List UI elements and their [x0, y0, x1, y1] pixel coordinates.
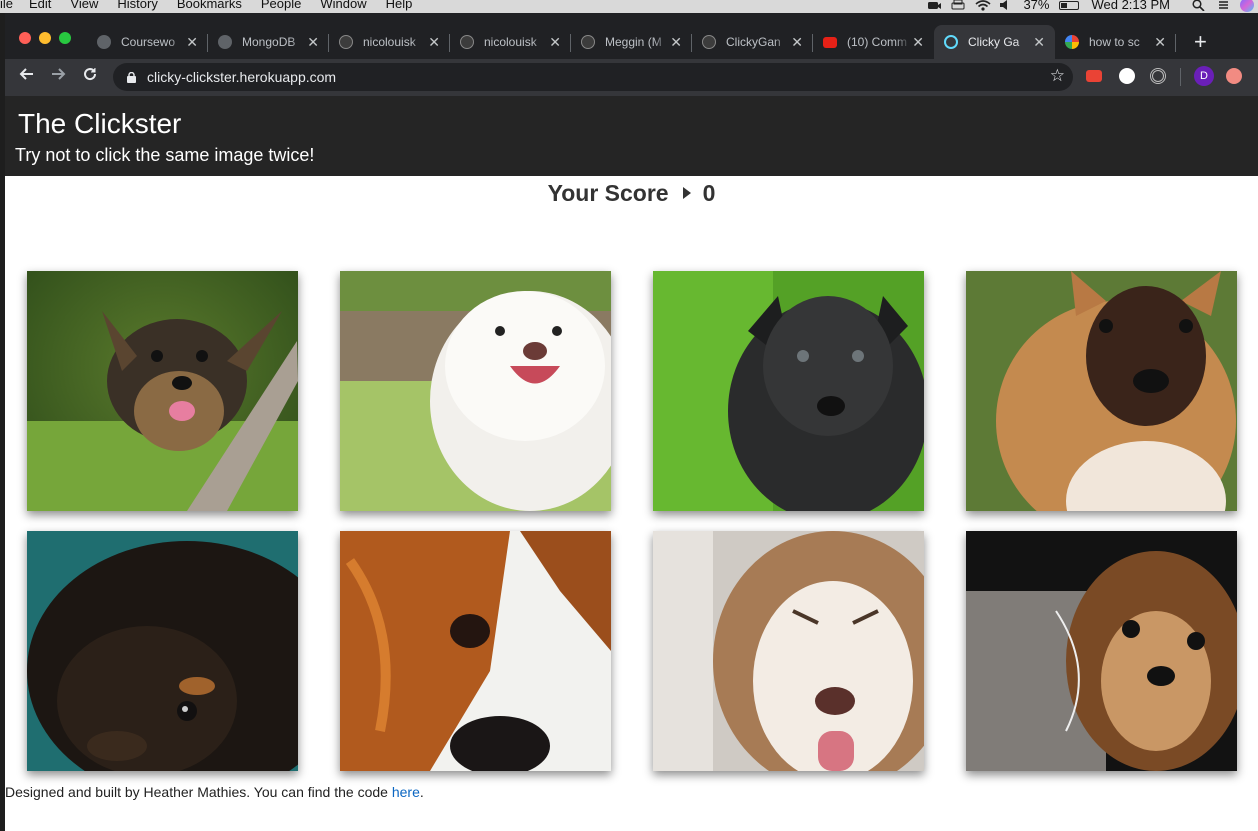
- github-icon: [702, 35, 716, 49]
- react-icon: [944, 35, 958, 49]
- tab-title: Coursewo: [121, 35, 176, 49]
- site-tagline: Try not to click the same image twice!: [15, 145, 315, 165]
- tab-youtube[interactable]: (10) Comm ✕: [813, 25, 934, 59]
- zoom-window-button[interactable]: [59, 32, 71, 44]
- chihuahua-image[interactable]: [966, 531, 1237, 771]
- black-puppy-image[interactable]: [653, 271, 924, 511]
- tab-title: how to sc: [1089, 35, 1140, 49]
- husky-puppy-image[interactable]: [653, 531, 924, 771]
- brown-puppy-image[interactable]: [966, 271, 1237, 511]
- screencast-extension-icon[interactable]: [1086, 70, 1102, 82]
- tab-github-nicolouisk-1[interactable]: nicolouisk ✕: [329, 25, 450, 59]
- menu-file[interactable]: ile: [0, 0, 13, 10]
- tab-title: Clicky Ga: [968, 35, 1020, 49]
- yorkie-puppy-image[interactable]: [27, 271, 298, 511]
- volume-icon[interactable]: [999, 0, 1014, 11]
- tab-google-search[interactable]: how to sc ✕: [1055, 25, 1176, 59]
- score-display: Your Score 0: [5, 180, 1258, 207]
- close-window-button[interactable]: [19, 32, 31, 44]
- close-tab-icon[interactable]: ✕: [791, 34, 803, 51]
- black-tan-dog-image[interactable]: [27, 531, 298, 771]
- menu-history[interactable]: History: [117, 0, 157, 10]
- globe-icon: [218, 35, 232, 49]
- menu-window[interactable]: Window: [320, 0, 366, 10]
- close-tab-icon[interactable]: ✕: [912, 34, 924, 51]
- close-tab-icon[interactable]: ✕: [1154, 34, 1166, 51]
- tab-title: nicolouisk: [363, 35, 416, 49]
- footer-period: .: [419, 784, 424, 800]
- google-icon: [1065, 35, 1079, 49]
- minimize-window-button[interactable]: [39, 32, 51, 44]
- profile-avatar[interactable]: D: [1194, 66, 1214, 86]
- macos-menu-bar: ile Edit View History Bookmarks People W…: [0, 0, 1258, 13]
- toolbar-divider: [1180, 68, 1181, 86]
- caret-right-icon: [682, 186, 691, 199]
- close-tab-icon[interactable]: ✕: [1033, 34, 1045, 51]
- spotlight-search-icon[interactable]: [1192, 0, 1207, 12]
- github-icon: [460, 35, 474, 49]
- browser-toolbar: clicky-clickster.herokuapp.com ☆ D: [5, 59, 1258, 96]
- white-fluffy-puppy-image[interactable]: [340, 271, 611, 511]
- tab-title: MongoDB: [242, 35, 296, 49]
- extension-face-icon[interactable]: [1119, 68, 1135, 84]
- menu-bookmarks[interactable]: Bookmarks: [177, 0, 242, 10]
- close-tab-icon[interactable]: ✕: [186, 34, 198, 51]
- spaniel-closeup-image[interactable]: [340, 531, 611, 771]
- bookmark-star-icon[interactable]: ☆: [1050, 66, 1065, 86]
- reload-icon[interactable]: [82, 66, 98, 87]
- tab-title: nicolouisk: [484, 35, 537, 49]
- site-footer: Designed and built by Heather Mathies. Y…: [5, 784, 424, 800]
- browser-window-chrome: Coursewo ✕ MongoDB ✕ nicolouisk ✕ nicolo…: [5, 13, 1258, 96]
- url-text[interactable]: clicky-clickster.herokuapp.com: [147, 69, 336, 85]
- tab-title: (10) Comm: [847, 35, 908, 49]
- tab-github-clickygame[interactable]: ClickyGan ✕: [692, 25, 813, 59]
- tab-title: Meggin (M: [605, 35, 662, 49]
- tab-mongodb[interactable]: MongoDB ✕: [208, 25, 329, 59]
- close-tab-icon[interactable]: ✕: [428, 34, 440, 51]
- siri-icon[interactable]: [1240, 0, 1254, 12]
- new-tab-button[interactable]: +: [1194, 29, 1207, 55]
- tab-coursework[interactable]: Coursewo ✕: [87, 25, 208, 59]
- window-controls: [19, 32, 71, 44]
- web-page-content: The Clickster Try not to click the same …: [5, 96, 1258, 831]
- address-bar[interactable]: clicky-clickster.herokuapp.com ☆: [113, 63, 1073, 91]
- tab-separator: [1175, 34, 1176, 52]
- lock-icon[interactable]: [127, 70, 136, 83]
- menu-help[interactable]: Help: [386, 0, 413, 10]
- site-brand[interactable]: The Clickster: [18, 108, 181, 140]
- globe-icon: [97, 35, 111, 49]
- tab-github-nicolouisk-2[interactable]: nicolouisk ✕: [450, 25, 571, 59]
- update-icon[interactable]: [1226, 68, 1242, 84]
- battery-percent: 37%: [1023, 0, 1050, 12]
- printer-icon[interactable]: [951, 0, 966, 11]
- menu-edit[interactable]: Edit: [29, 0, 51, 10]
- tab-github-meggin[interactable]: Meggin (M ✕: [571, 25, 692, 59]
- menubar-clock[interactable]: Wed 2:13 PM: [1091, 0, 1170, 11]
- menu-people[interactable]: People: [261, 0, 301, 10]
- code-link[interactable]: here: [392, 784, 420, 800]
- score-label: Your Score: [547, 180, 669, 206]
- menu-view[interactable]: View: [70, 0, 98, 10]
- close-tab-icon[interactable]: ✕: [307, 34, 319, 51]
- tab-clicky-game-active[interactable]: Clicky Ga ✕: [934, 25, 1055, 59]
- tab-title: ClickyGan: [726, 35, 781, 49]
- facetime-icon[interactable]: [927, 0, 942, 11]
- github-icon: [581, 35, 595, 49]
- footer-text: Designed and built by Heather Mathies. Y…: [5, 784, 392, 800]
- notification-center-icon[interactable]: [1216, 0, 1231, 11]
- battery-icon[interactable]: [1059, 0, 1080, 10]
- close-tab-icon[interactable]: ✕: [549, 34, 561, 51]
- wifi-icon[interactable]: [975, 0, 991, 11]
- forward-arrow-icon[interactable]: [51, 66, 67, 87]
- extension-target-icon[interactable]: [1150, 68, 1166, 84]
- back-arrow-icon[interactable]: [18, 66, 34, 87]
- github-icon: [339, 35, 353, 49]
- score-value: 0: [702, 180, 716, 206]
- youtube-icon: [823, 36, 837, 48]
- tab-strip: Coursewo ✕ MongoDB ✕ nicolouisk ✕ nicolo…: [87, 25, 1207, 59]
- close-tab-icon[interactable]: ✕: [670, 34, 682, 51]
- site-header: The Clickster Try not to click the same …: [5, 96, 1258, 176]
